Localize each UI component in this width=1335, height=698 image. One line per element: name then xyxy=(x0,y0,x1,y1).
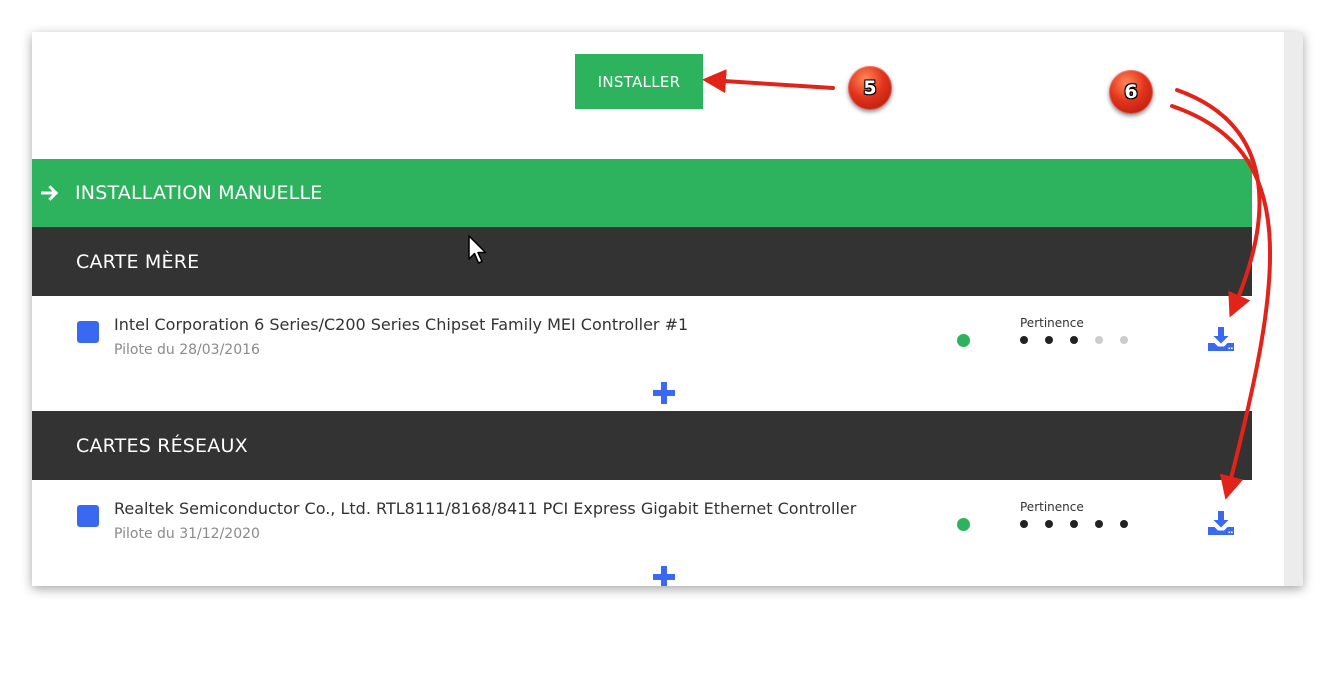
annotation-badge-5: 5 xyxy=(848,66,892,110)
device-name: Realtek Semiconductor Co., Ltd. RTL8111/… xyxy=(114,499,857,518)
category-header-network: CARTES RÉSEAUX xyxy=(32,411,1252,480)
relevance-dot xyxy=(1020,336,1028,344)
expand-plus-icon[interactable] xyxy=(651,380,677,406)
category-title: CARTES RÉSEAUX xyxy=(76,434,248,457)
device-row: Intel Corporation 6 Series/C200 Series C… xyxy=(32,296,1252,411)
status-indicator xyxy=(957,334,970,347)
expand-plus-icon[interactable] xyxy=(651,564,677,586)
device-checkbox[interactable] xyxy=(77,321,99,343)
relevance-rating xyxy=(1020,520,1145,528)
relevance-label: Pertinence xyxy=(1020,316,1084,330)
category-title: CARTE MÈRE xyxy=(76,250,200,273)
relevance-rating xyxy=(1020,336,1145,344)
driver-panel: INSTALLER INSTALLATION MANUELLE CARTE MÈ… xyxy=(32,32,1303,586)
install-button[interactable]: INSTALLER xyxy=(575,54,703,109)
relevance-dot xyxy=(1095,336,1103,344)
download-icon[interactable] xyxy=(1206,508,1236,538)
device-name: Intel Corporation 6 Series/C200 Series C… xyxy=(114,315,689,334)
device-row: Realtek Semiconductor Co., Ltd. RTL8111/… xyxy=(32,480,1252,586)
relevance-dot xyxy=(1045,520,1053,528)
relevance-dot xyxy=(1070,520,1078,528)
relevance-dot xyxy=(1120,520,1128,528)
manual-install-title: INSTALLATION MANUELLE xyxy=(75,182,323,204)
relevance-dot xyxy=(1070,336,1078,344)
annotation-badge-6: 6 xyxy=(1109,70,1153,114)
device-checkbox[interactable] xyxy=(77,505,99,527)
driver-date: Pilote du 31/12/2020 xyxy=(114,526,260,542)
category-header-motherboard: CARTE MÈRE xyxy=(32,227,1252,296)
manual-install-header[interactable]: INSTALLATION MANUELLE xyxy=(32,159,1252,227)
arrow-right-icon xyxy=(41,185,59,201)
relevance-dot xyxy=(1020,520,1028,528)
relevance-dot xyxy=(1095,520,1103,528)
mouse-cursor-icon xyxy=(468,235,487,264)
driver-date: Pilote du 28/03/2016 xyxy=(114,342,260,358)
status-indicator xyxy=(957,518,970,531)
relevance-dot xyxy=(1120,336,1128,344)
download-icon[interactable] xyxy=(1206,324,1236,354)
relevance-dot xyxy=(1045,336,1053,344)
scrollbar[interactable] xyxy=(1284,32,1303,586)
relevance-label: Pertinence xyxy=(1020,500,1084,514)
